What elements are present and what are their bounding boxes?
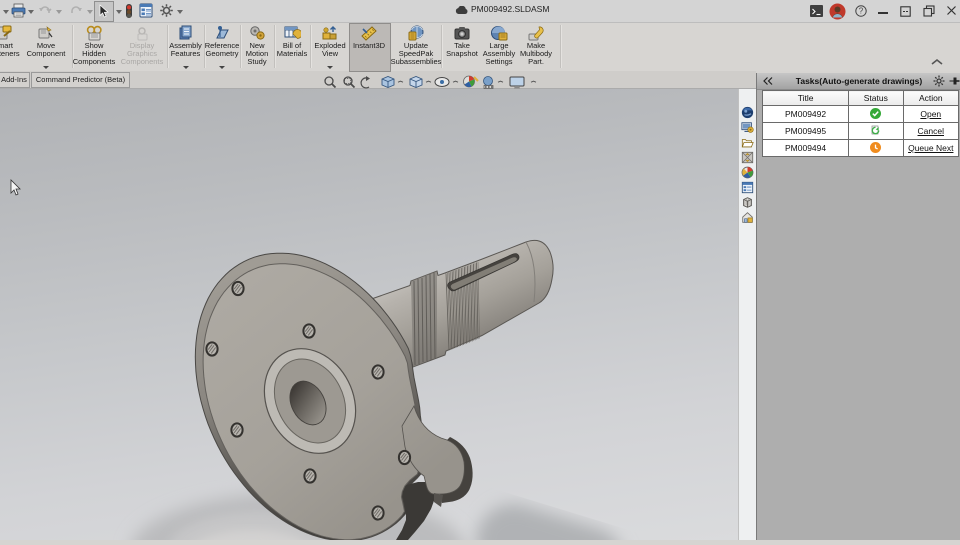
svg-text:?: ? xyxy=(859,7,864,16)
